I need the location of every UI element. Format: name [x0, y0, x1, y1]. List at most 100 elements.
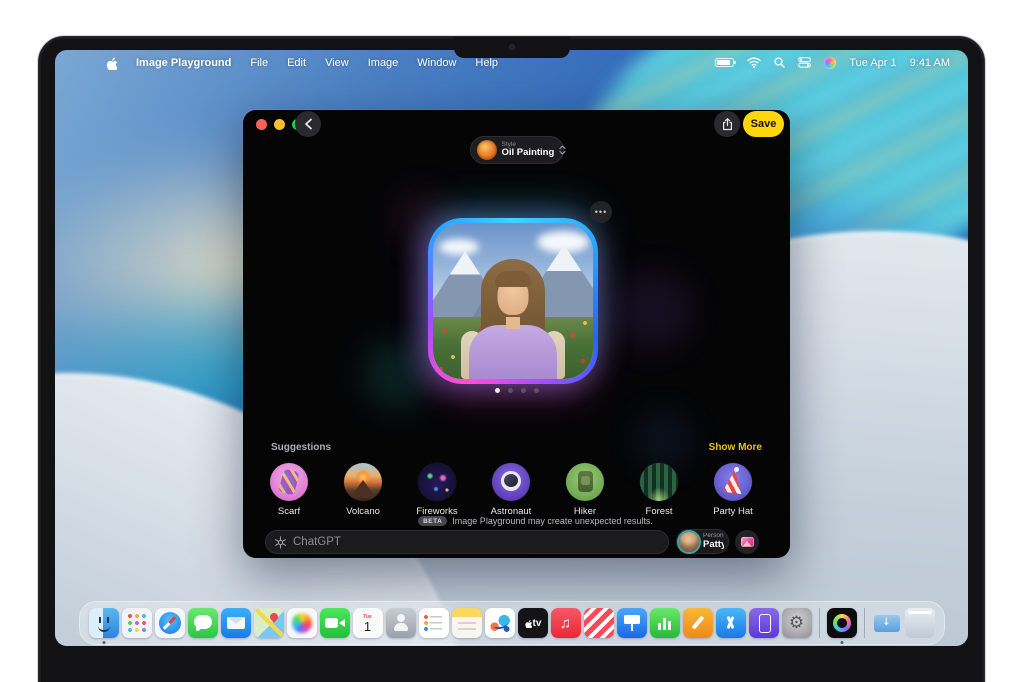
gear-icon: ⚙ [789, 615, 804, 632]
party-hat-thumbnail [714, 463, 752, 501]
page-dot-active[interactable] [495, 388, 500, 393]
dock-iphone-mirroring[interactable] [749, 608, 779, 638]
dock-separator [864, 608, 865, 638]
dock-pages[interactable] [683, 608, 713, 638]
suggestion-party-hat[interactable]: Party Hat [701, 463, 765, 517]
apple-logo-icon[interactable] [105, 56, 117, 70]
dock-finder[interactable] [89, 608, 119, 638]
control-center-icon[interactable] [798, 57, 811, 68]
dock-trash[interactable] [905, 608, 935, 638]
dock-separator [819, 608, 820, 638]
dock-launchpad[interactable] [122, 608, 152, 638]
dock-calendar[interactable]: Tue 1 [353, 608, 383, 638]
dock-numbers[interactable] [650, 608, 680, 638]
page-dot[interactable] [534, 388, 539, 393]
menu-window[interactable]: Window [417, 57, 456, 69]
beta-badge: BETA [418, 516, 447, 526]
spotlight-search-icon[interactable] [774, 57, 785, 68]
dock-notes[interactable] [452, 608, 482, 638]
dock-messages[interactable] [188, 608, 218, 638]
beta-disclaimer: BETA Image Playground may create unexpec… [243, 516, 790, 526]
show-more-button[interactable]: Show More [709, 442, 762, 453]
menu-view[interactable]: View [325, 57, 349, 69]
image-person-sweater [469, 325, 557, 379]
bokeh-glow [363, 340, 433, 410]
dock-reminders[interactable] [419, 608, 449, 638]
page-dot[interactable] [521, 388, 526, 393]
dock: Tue 1 tv ♫ [79, 601, 945, 645]
dock-contacts[interactable] [386, 608, 416, 638]
apple-intelligence-icon[interactable] [824, 57, 836, 69]
wifi-icon[interactable] [747, 57, 761, 68]
volcano-thumbnail [344, 463, 382, 501]
running-indicator [102, 641, 105, 644]
dock-photos[interactable] [287, 608, 317, 638]
style-picker-value: Oil Painting [502, 148, 555, 158]
dock-maps[interactable] [254, 608, 284, 638]
close-button[interactable] [256, 119, 267, 130]
person-avatar [679, 532, 699, 552]
bokeh-glow [613, 270, 693, 350]
person-chip[interactable]: Person Patty [676, 529, 729, 554]
chatgpt-icon [274, 536, 287, 549]
camera-icon [509, 44, 515, 50]
dock-apple-tv[interactable]: tv [518, 608, 548, 638]
back-button[interactable] [295, 111, 321, 137]
page-dot[interactable] [508, 388, 513, 393]
suggestion-fireworks[interactable]: Fireworks [405, 463, 469, 517]
dock-freeform[interactable] [485, 608, 515, 638]
photos-icon [741, 537, 754, 547]
dock-mail[interactable] [221, 608, 251, 638]
menubar-app-name[interactable]: Image Playground [136, 57, 231, 69]
calendar-day: 1 [364, 620, 371, 633]
oil-painting-style-icon [477, 140, 497, 160]
dock-news[interactable] [584, 608, 614, 638]
photo-picker-button[interactable] [735, 530, 759, 554]
dock-app-store[interactable] [716, 608, 746, 638]
suggestions-title: Suggestions [271, 442, 331, 453]
menu-edit[interactable]: Edit [287, 57, 306, 69]
running-indicator [840, 641, 843, 644]
dock-image-playground[interactable] [827, 608, 857, 638]
menu-help[interactable]: Help [475, 57, 498, 69]
page: Image Playground File Edit View Image Wi… [0, 0, 1024, 682]
dock-music[interactable]: ♫ [551, 608, 581, 638]
minimize-button[interactable] [274, 119, 285, 130]
dock-safari[interactable] [155, 608, 185, 638]
scarf-thumbnail [270, 463, 308, 501]
dock-facetime[interactable] [320, 608, 350, 638]
save-button[interactable]: Save [743, 111, 784, 137]
menu-file[interactable]: File [250, 57, 268, 69]
suggestions-row: Scarf Volcano Fireworks Astronaut [257, 463, 765, 517]
macbook-frame: Image Playground File Edit View Image Wi… [38, 36, 985, 682]
style-picker[interactable]: Style Oil Painting [470, 136, 564, 164]
music-note-icon: ♫ [560, 616, 571, 631]
prompt-input[interactable] [293, 536, 660, 548]
prompt-field[interactable] [265, 530, 669, 554]
bokeh-glow [633, 410, 693, 470]
image-playground-window: Save Style Oil Painting [243, 110, 790, 558]
more-options-button[interactable]: ••• [590, 201, 612, 223]
display-notch [454, 37, 570, 58]
suggestion-forest[interactable]: Forest [627, 463, 691, 517]
dock-system-settings[interactable]: ⚙ [782, 608, 812, 638]
screen: Image Playground File Edit View Image Wi… [55, 50, 968, 646]
astronaut-thumbnail [492, 463, 530, 501]
generated-image[interactable] [433, 223, 593, 379]
suggestion-hiker[interactable]: Hiker [553, 463, 617, 517]
page-dots[interactable] [495, 388, 539, 393]
suggestion-volcano[interactable]: Volcano [331, 463, 395, 517]
suggestion-scarf[interactable]: Scarf [257, 463, 321, 517]
menubar-time[interactable]: 9:41 AM [910, 57, 950, 69]
fireworks-thumbnail [418, 463, 456, 501]
image-person-fringe [495, 271, 531, 287]
menubar-date[interactable]: Tue Apr 1 [849, 57, 896, 69]
suggestion-astronaut[interactable]: Astronaut [479, 463, 543, 517]
battery-icon[interactable] [715, 58, 734, 67]
beta-text: Image Playground may create unexpected r… [452, 516, 653, 526]
generated-image-frame [428, 218, 598, 384]
share-button[interactable] [714, 111, 740, 137]
dock-downloads[interactable] [872, 608, 902, 638]
dock-keynote[interactable] [617, 608, 647, 638]
menu-image[interactable]: Image [368, 57, 399, 69]
